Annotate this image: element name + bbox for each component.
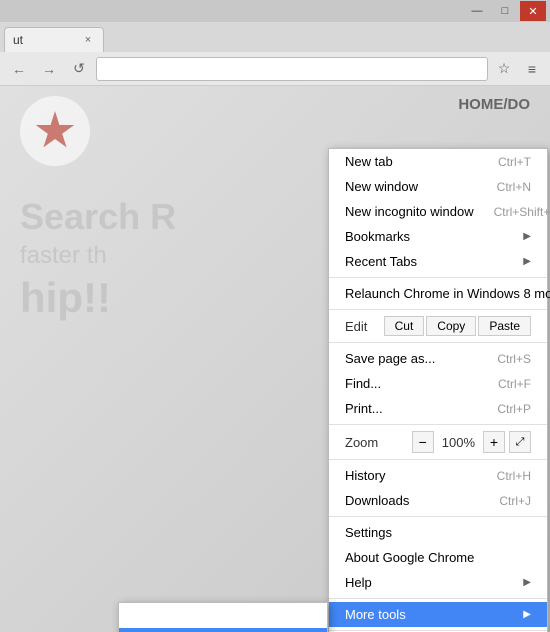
maximize-button[interactable]: □ [492,1,518,21]
menu-item-settings[interactable]: Settings [329,520,547,545]
menu-item-about[interactable]: About Google Chrome [329,545,547,570]
menu-item-relaunch[interactable]: Relaunch Chrome in Windows 8 mode [329,281,547,306]
tab-close-button[interactable]: × [81,33,95,47]
menu-divider-1 [329,277,547,278]
menu-item-more-tools[interactable]: More tools ▶ Create application shortcut… [329,602,547,627]
menu-divider-8 [329,630,547,631]
star-button[interactable]: ☆ [492,57,516,81]
tab-bar: ut × [0,22,550,52]
fullscreen-button[interactable]: ⤢ [509,431,531,453]
search-heading: Search R [20,196,176,238]
menu-divider-5 [329,459,547,460]
menu-item-history[interactable]: History Ctrl+H [329,463,547,488]
reload-button[interactable]: ↺ [66,56,92,82]
menu-divider-2 [329,309,547,310]
menu-item-help[interactable]: Help ▶ [329,570,547,595]
title-bar-controls: — □ ✕ [464,1,546,21]
submenu-item-extensions[interactable]: Extensions [119,628,327,632]
menu-button[interactable]: ≡ [520,57,544,81]
zoom-value: 100% [438,435,479,450]
menu-divider-3 [329,342,547,343]
back-button[interactable]: ← [6,56,32,82]
menu-item-find[interactable]: Find... Ctrl+F [329,371,547,396]
browser-tab[interactable]: ut × [4,27,104,52]
address-bar[interactable] [96,57,488,81]
paste-button[interactable]: Paste [478,316,531,336]
menu-item-new-window[interactable]: New window Ctrl+N [329,174,547,199]
zoom-out-button[interactable]: − [412,431,434,453]
menu-item-bookmarks[interactable]: Bookmarks ▶ [329,224,547,249]
subtitle-text: faster th [20,242,107,270]
cut-button[interactable]: Cut [384,316,425,336]
tab-title: ut [13,33,75,47]
menu-divider-6 [329,516,547,517]
close-window-button[interactable]: ✕ [520,1,546,21]
menu-item-downloads[interactable]: Downloads Ctrl+J [329,488,547,513]
menu-item-save-page[interactable]: Save page as... Ctrl+S [329,346,547,371]
hip-text: hip!! [20,274,111,322]
page-watermark: HOME/DO [458,96,530,113]
menu-item-recent-tabs[interactable]: Recent Tabs ▶ [329,249,547,274]
edit-row: Edit Cut Copy Paste [329,313,547,339]
menu-divider-7 [329,598,547,599]
menu-item-new-tab[interactable]: New tab Ctrl+T [329,149,547,174]
forward-button[interactable]: → [36,56,62,82]
page-logo [20,96,90,166]
copy-button[interactable]: Copy [426,316,476,336]
menu-divider-4 [329,424,547,425]
more-tools-submenu: Create application shortcuts... Extensio… [118,602,328,632]
browser-window: — □ ✕ ut × ← → ↺ ☆ ≡ HOME/DO Search R fa… [0,0,550,632]
minimize-button[interactable]: — [464,1,490,21]
menu-item-print[interactable]: Print... Ctrl+P [329,396,547,421]
zoom-row: Zoom − 100% + ⤢ [329,428,547,456]
submenu-item-create-shortcuts[interactable]: Create application shortcuts... [119,603,327,628]
star-icon [35,111,75,151]
menu-item-new-incognito[interactable]: New incognito window Ctrl+Shift+N [329,199,547,224]
omnibox-bar: ← → ↺ ☆ ≡ [0,52,550,86]
title-bar: — □ ✕ [0,0,550,22]
zoom-in-button[interactable]: + [483,431,505,453]
page-content: HOME/DO Search R faster th hip!! New tab… [0,86,550,632]
main-dropdown-menu: New tab Ctrl+T New window Ctrl+N New inc… [328,148,548,632]
